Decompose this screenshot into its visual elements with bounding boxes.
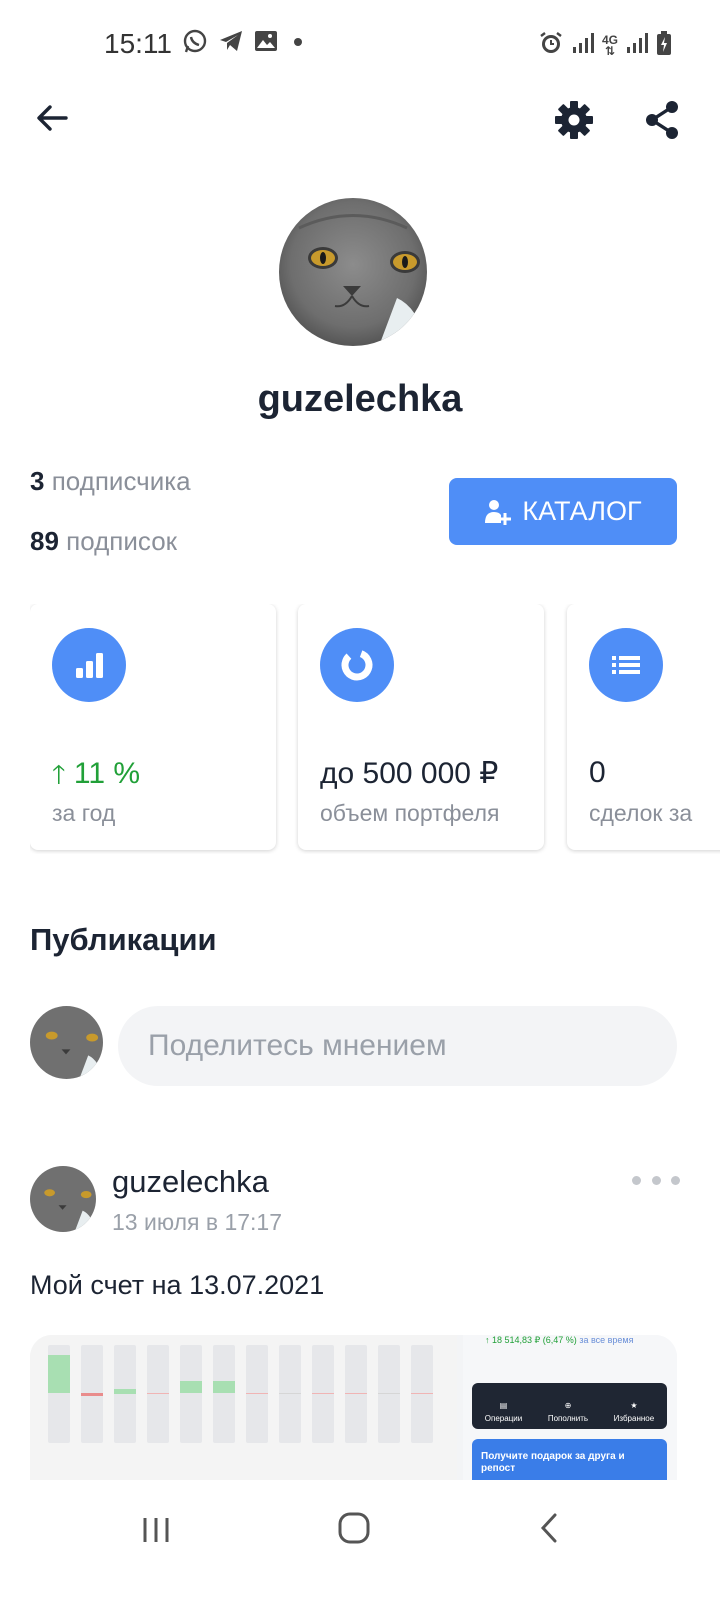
attachment-image-chart[interactable]	[30, 1335, 457, 1481]
attachment-action-operations: ▤ Операции	[484, 1401, 523, 1423]
attachment-action-bar: ▤ Операции ⊕ Пополнить ★ Избранное	[472, 1383, 667, 1429]
attachment-promo-banner: Получите подарок за друга и репост	[472, 1439, 667, 1481]
attachment-bar	[312, 1345, 334, 1443]
recent-apps-button[interactable]	[136, 1510, 176, 1550]
bar-chart-icon	[52, 628, 126, 702]
plus-circle-icon: ⊕	[564, 1401, 572, 1410]
recent-apps-icon	[143, 1518, 169, 1542]
followers-count[interactable]: 3 подписчика	[30, 466, 191, 497]
attachment-action-topup: ⊕ Пополнить	[547, 1401, 589, 1423]
stat-value-deals: 0	[589, 756, 606, 789]
more-options-button[interactable]	[632, 1168, 680, 1192]
status-notification-icons	[182, 28, 308, 59]
arrow-up-icon: 🡑	[52, 759, 66, 789]
profile-username: guzelechka	[257, 378, 463, 420]
attachment-bar	[411, 1345, 433, 1443]
status-time: 15:11	[104, 28, 172, 59]
donut-chart-icon	[320, 628, 394, 702]
dot-icon	[288, 29, 308, 58]
whatsapp-icon	[182, 28, 208, 59]
attachment-action-favorites: ★ Избранное	[613, 1401, 655, 1423]
post-author-name[interactable]: guzelechka	[112, 1164, 269, 1200]
chevron-left-icon	[540, 1513, 557, 1543]
post-author-avatar[interactable]	[30, 1166, 96, 1232]
battery-charging-icon	[656, 30, 672, 61]
stat-label-deals: сделок за	[589, 800, 693, 826]
composer-avatar	[30, 1006, 103, 1079]
star-icon: ★	[630, 1401, 638, 1410]
list-icon	[589, 628, 663, 702]
following-number: 89	[30, 526, 59, 556]
gallery-icon	[254, 29, 278, 58]
gear-icon	[555, 101, 593, 139]
publications-title: Публикации	[30, 922, 217, 957]
more-dots-icon	[632, 1175, 641, 1185]
attachment-bar	[279, 1345, 301, 1443]
attachment-bar	[378, 1345, 400, 1443]
profile-avatar[interactable]	[279, 198, 427, 346]
status-system-icons: 4G ⇅	[538, 30, 672, 61]
followers-number: 3	[30, 466, 45, 496]
top-app-bar	[0, 88, 720, 152]
share-icon	[646, 101, 678, 139]
stat-value-yield: 🡑 11 %	[52, 757, 141, 790]
signal-icon	[572, 31, 594, 60]
stat-card-portfolio[interactable]: до 500 000 ₽ объем портфеля	[298, 604, 544, 850]
followers-label: подписчика	[51, 466, 191, 496]
add-user-icon	[485, 499, 512, 525]
attachment-bar	[147, 1345, 169, 1443]
stat-value-portfolio: до 500 000 ₽	[320, 757, 499, 790]
attachment-bar	[246, 1345, 268, 1443]
attachment-bar	[345, 1345, 367, 1443]
signal-icon	[626, 31, 648, 60]
attachment-bar	[81, 1345, 103, 1443]
attachment-bar	[180, 1345, 202, 1443]
attachment-total-gain: ↑ 18 514,83 ₽ (6,47 %) за все время	[485, 1335, 634, 1345]
home-icon	[338, 1512, 370, 1544]
post-text: Мой счет на 13.07.2021	[30, 1270, 325, 1300]
document-icon: ▤	[499, 1401, 508, 1410]
attachment-bar	[48, 1345, 70, 1443]
stat-label-portfolio: объем портфеля	[320, 800, 500, 826]
system-navigation-bar	[0, 1480, 720, 1600]
telegram-icon	[218, 28, 244, 59]
alarm-icon	[538, 30, 564, 61]
following-label: подписок	[66, 526, 178, 556]
catalog-button[interactable]: КАТАЛОГ	[449, 478, 677, 545]
attachment-bar	[114, 1345, 136, 1443]
post-timestamp: 13 июля в 17:17	[112, 1209, 282, 1235]
following-count[interactable]: 89 подписок	[30, 526, 177, 557]
network-4g-icon: 4G ⇅	[601, 32, 618, 58]
stat-card-yield[interactable]: 🡑 11 % за год	[30, 604, 276, 850]
home-button[interactable]	[334, 1508, 374, 1548]
stat-label-yield: за год	[52, 800, 116, 826]
settings-button[interactable]	[550, 96, 598, 144]
system-back-button[interactable]	[530, 1508, 570, 1548]
stats-carousel[interactable]: 🡑 11 % за год до 500 000 ₽ объем портфел…	[30, 604, 720, 854]
post-attachments[interactable]: ↑ 18 514,83 ₽ (6,47 %) за все время ▤ Оп…	[30, 1335, 677, 1481]
share-button[interactable]	[638, 96, 686, 144]
attachment-bar	[213, 1345, 235, 1443]
attachment-image-screenshot[interactable]: ↑ 18 514,83 ₽ (6,47 %) за все время ▤ Оп…	[463, 1335, 677, 1481]
back-button[interactable]	[30, 96, 74, 140]
stat-card-deals[interactable]: 0 сделок за	[567, 604, 720, 850]
status-bar: 15:11 4G ⇅	[0, 0, 720, 88]
arrow-left-icon	[37, 105, 68, 131]
catalog-button-label: КАТАЛОГ	[522, 496, 642, 526]
post-composer-input[interactable]	[118, 1006, 677, 1086]
